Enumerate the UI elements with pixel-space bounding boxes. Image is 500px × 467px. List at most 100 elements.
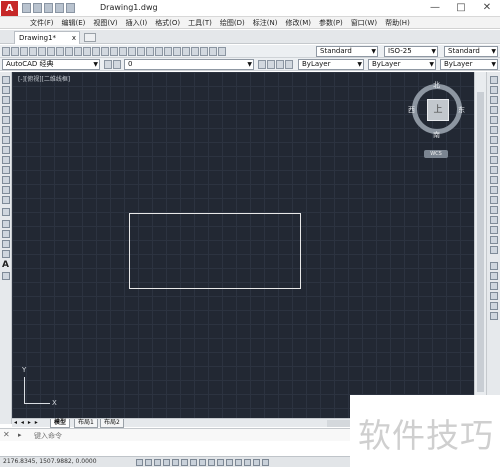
- paste-icon[interactable]: [74, 47, 82, 56]
- quick-properties-icon[interactable]: [244, 459, 251, 466]
- spline-icon[interactable]: [2, 156, 10, 164]
- command-close-icon[interactable]: ✕: [3, 430, 10, 439]
- zoom-realtime-icon[interactable]: [128, 47, 136, 56]
- rotate-icon[interactable]: [490, 136, 498, 144]
- menu-file[interactable]: 文件(F): [30, 18, 54, 28]
- menu-window[interactable]: 窗口(W): [351, 18, 377, 28]
- properties-icon[interactable]: [155, 47, 163, 56]
- new-file-icon[interactable]: [2, 47, 10, 56]
- polar-tracking-icon[interactable]: [172, 459, 179, 466]
- dim-style-select[interactable]: ISO-25 ▼: [384, 46, 438, 57]
- help-icon[interactable]: [209, 47, 217, 56]
- extend-icon[interactable]: [490, 176, 498, 184]
- minimize-button[interactable]: —: [424, 1, 446, 15]
- zoom-window-icon[interactable]: [137, 47, 145, 56]
- transparency-icon[interactable]: [235, 459, 242, 466]
- undo-tool-icon[interactable]: [101, 47, 109, 56]
- match-properties-icon[interactable]: [83, 47, 91, 56]
- fillet-icon[interactable]: [490, 226, 498, 234]
- multiline-text-icon[interactable]: A: [2, 260, 9, 270]
- workspace-select[interactable]: AutoCAD 经典 ▼: [2, 59, 100, 70]
- preview-icon[interactable]: [38, 47, 46, 56]
- hatch-icon[interactable]: [2, 220, 10, 228]
- make-current-icon[interactable]: [258, 60, 266, 69]
- move-icon[interactable]: [490, 126, 498, 134]
- new-icon[interactable]: [22, 3, 31, 13]
- tab-close-icon[interactable]: x: [72, 32, 76, 44]
- construction-line-icon[interactable]: [2, 86, 10, 94]
- stretch-icon[interactable]: [490, 156, 498, 164]
- offset-icon[interactable]: [490, 106, 498, 114]
- insert-block-icon[interactable]: [2, 186, 10, 194]
- layer-walk-icon[interactable]: [285, 60, 293, 69]
- grid-display-icon[interactable]: [154, 459, 161, 466]
- menu-parametric[interactable]: 参数(P): [319, 18, 343, 28]
- viewcube-west[interactable]: 西: [408, 105, 415, 115]
- menu-insert[interactable]: 插入(I): [126, 18, 148, 28]
- save-file-icon[interactable]: [20, 47, 28, 56]
- tool-palettes-icon[interactable]: [173, 47, 181, 56]
- selection-cycling-icon[interactable]: [253, 459, 260, 466]
- autocad-logo-icon[interactable]: A: [1, 1, 18, 16]
- tab-layout1[interactable]: 布局1: [74, 419, 98, 428]
- design-center-icon[interactable]: [164, 47, 172, 56]
- menu-help[interactable]: 帮助(H): [385, 18, 410, 28]
- open-file-icon[interactable]: [11, 47, 19, 56]
- tab-model[interactable]: 模型: [50, 419, 71, 428]
- viewcube-north[interactable]: 北: [433, 80, 440, 90]
- maximize-button[interactable]: □: [450, 1, 472, 15]
- menu-dimension[interactable]: 标注(N): [253, 18, 278, 28]
- scrollbar-thumb[interactable]: [477, 92, 484, 392]
- viewport-controls[interactable]: [-][俯视][二维线框]: [18, 74, 70, 83]
- erase-icon[interactable]: [490, 76, 498, 84]
- add-selected-icon[interactable]: [2, 272, 10, 280]
- linetype-select[interactable]: ByLayer ▼: [368, 59, 436, 70]
- drawing-canvas[interactable]: [-][俯视][二维线框] 上 北 南 东 西 WCS Y X: [12, 72, 474, 418]
- polyline-icon[interactable]: [2, 96, 10, 104]
- menu-edit[interactable]: 编辑(E): [62, 18, 86, 28]
- scale-icon[interactable]: [490, 146, 498, 154]
- tolerance-icon[interactable]: [490, 312, 498, 320]
- dynamic-input-icon[interactable]: [217, 459, 224, 466]
- join-icon[interactable]: [490, 206, 498, 214]
- publish-icon[interactable]: [47, 47, 55, 56]
- redo-icon[interactable]: [66, 3, 75, 13]
- layer-previous-icon[interactable]: [267, 60, 275, 69]
- menu-tools[interactable]: 工具(T): [188, 18, 212, 28]
- 3d-object-snap-icon[interactable]: [190, 459, 197, 466]
- close-button[interactable]: ✕: [476, 1, 498, 15]
- polygon-icon[interactable]: [2, 106, 10, 114]
- rectangle-icon[interactable]: [2, 116, 10, 124]
- sheet-set-icon[interactable]: [182, 47, 190, 56]
- arc-icon[interactable]: [2, 126, 10, 134]
- ellipse-arc-icon[interactable]: [2, 176, 10, 184]
- wcs-menu[interactable]: WCS: [424, 150, 448, 158]
- menu-draw[interactable]: 绘图(D): [220, 18, 245, 28]
- dimension-radius-icon[interactable]: [490, 282, 498, 290]
- dimension-aligned-icon[interactable]: [490, 272, 498, 280]
- undo-icon[interactable]: [55, 3, 64, 13]
- save-icon[interactable]: [44, 3, 53, 13]
- object-snap-icon[interactable]: [181, 459, 188, 466]
- revision-cloud-icon[interactable]: [2, 146, 10, 154]
- lineweight-icon[interactable]: [226, 459, 233, 466]
- array-icon[interactable]: [490, 116, 498, 124]
- layout-nav-arrows[interactable]: ◂ ◂ ▸ ▸: [14, 419, 39, 426]
- viewcube-south[interactable]: 南: [433, 130, 440, 140]
- blend-icon[interactable]: [490, 236, 498, 244]
- command-input[interactable]: [34, 430, 334, 441]
- layer-properties-icon[interactable]: [104, 60, 112, 69]
- break-at-point-icon[interactable]: [490, 186, 498, 194]
- line-icon[interactable]: [2, 76, 10, 84]
- layer-isolate-icon[interactable]: [276, 60, 284, 69]
- quickcalc-icon[interactable]: [200, 47, 208, 56]
- cut-icon[interactable]: [56, 47, 64, 56]
- dynamic-ucs-icon[interactable]: [208, 459, 215, 466]
- color-select[interactable]: ByLayer ▼: [298, 59, 364, 70]
- make-block-icon[interactable]: [2, 196, 10, 204]
- trim-icon[interactable]: [490, 166, 498, 174]
- object-snap-tracking-icon[interactable]: [199, 459, 206, 466]
- open-icon[interactable]: [33, 3, 42, 13]
- leader-icon[interactable]: [490, 302, 498, 310]
- circle-icon[interactable]: [2, 136, 10, 144]
